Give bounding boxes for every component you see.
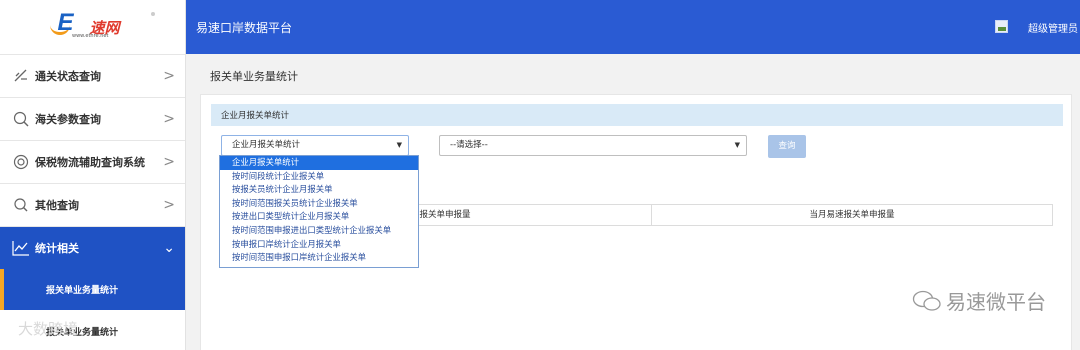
sidebar: E 速网 www.ethre.net 通关状态查询 > 海关参数查询 > 保税物…: [0, 0, 186, 350]
nav-item-statistics[interactable]: 统计相关 ⌄: [0, 226, 185, 269]
panel-title: 企业月报关单统计: [221, 111, 290, 121]
watermark-left-text: 大数跨境: [18, 320, 79, 338]
watermark-right: 易速微平台: [912, 286, 1046, 315]
nav-label: 通关状态查询: [35, 70, 101, 83]
chart-icon: [12, 239, 30, 257]
dropdown-option[interactable]: 按报关员统计企业月报关单: [220, 183, 418, 197]
chevron-right-icon: >: [163, 154, 175, 170]
search-icon: [12, 196, 30, 214]
logo-dot: [151, 12, 155, 16]
chevron-right-icon: >: [163, 68, 175, 84]
nav-label: 其他查询: [35, 199, 79, 212]
dropdown-option[interactable]: 按时间范围报关员统计企业报关单: [220, 197, 418, 211]
panel-header: 企业月报关单统计: [211, 104, 1063, 126]
nav-item-clearance-status[interactable]: 通关状态查询 >: [0, 54, 185, 97]
chevron-down-icon: ⌄: [163, 240, 175, 256]
pen-icon: [12, 67, 30, 85]
nav-item-bonded-logistics[interactable]: 保税物流辅助查询系统 >: [0, 140, 185, 183]
nav-label: 海关参数查询: [35, 113, 101, 126]
nav-label: 统计相关: [35, 242, 79, 255]
chevron-right-icon: >: [163, 197, 175, 213]
logo-subtext: www.ethre.net: [72, 33, 109, 39]
report-type-select[interactable]: 企业月报关单统计 ▼: [221, 135, 409, 156]
nav-item-customs-params[interactable]: 海关参数查询 >: [0, 97, 185, 140]
query-button[interactable]: 查询: [768, 135, 806, 158]
app-title: 易速口岸数据平台: [196, 21, 293, 35]
dropdown-option[interactable]: 企业月报关单统计: [220, 156, 418, 170]
report-type-value: 企业月报关单统计: [232, 140, 301, 150]
report-type-dropdown-list: 企业月报关单统计 按时间段统计企业报关单 按报关员统计企业月报关单 按时间范围报…: [219, 155, 419, 268]
dropdown-option[interactable]: 按申报口岸统计企业月报关单: [220, 238, 418, 252]
nav-item-other-query[interactable]: 其他查询 >: [0, 183, 185, 226]
secondary-select[interactable]: --请选择-- ▼: [439, 135, 747, 156]
dropdown-option[interactable]: 按时间范围申报进出口类型统计企业报关单: [220, 224, 418, 238]
dropdown-arrow-icon: ▼: [396, 141, 402, 149]
dropdown-option[interactable]: 按时间段统计企业报关单: [220, 170, 418, 184]
wechat-icon: [912, 290, 941, 311]
dropdown-option[interactable]: 按时间范围申报口岸统计企业报关单: [220, 251, 418, 265]
target-icon: [12, 153, 30, 171]
column-header: 当月易速报关单申报量: [809, 210, 895, 220]
page-header: 报关单业务量统计: [186, 54, 1080, 94]
nav-label: 保税物流辅助查询系统: [35, 156, 145, 169]
dropdown-arrow-icon: ▼: [734, 141, 740, 149]
top-bar: 易速口岸数据平台 超级管理员: [186, 0, 1080, 54]
watermark-right-text: 易速微平台: [946, 290, 1046, 314]
chevron-right-icon: >: [163, 111, 175, 127]
logo: E 速网 www.ethre.net: [0, 0, 185, 54]
search-icon: [12, 110, 30, 128]
user-avatar-icon[interactable]: [995, 20, 1008, 33]
watermark-left: 大数跨境: [18, 318, 78, 339]
sub-item-declaration-stats[interactable]: 报关单业务量统计: [0, 269, 185, 310]
page-title: 报关单业务量统计: [210, 70, 298, 83]
dropdown-option[interactable]: 按进出口类型统计企业月报关单: [220, 210, 418, 224]
user-name[interactable]: 超级管理员: [1028, 20, 1078, 35]
secondary-select-value: --请选择--: [450, 140, 488, 150]
